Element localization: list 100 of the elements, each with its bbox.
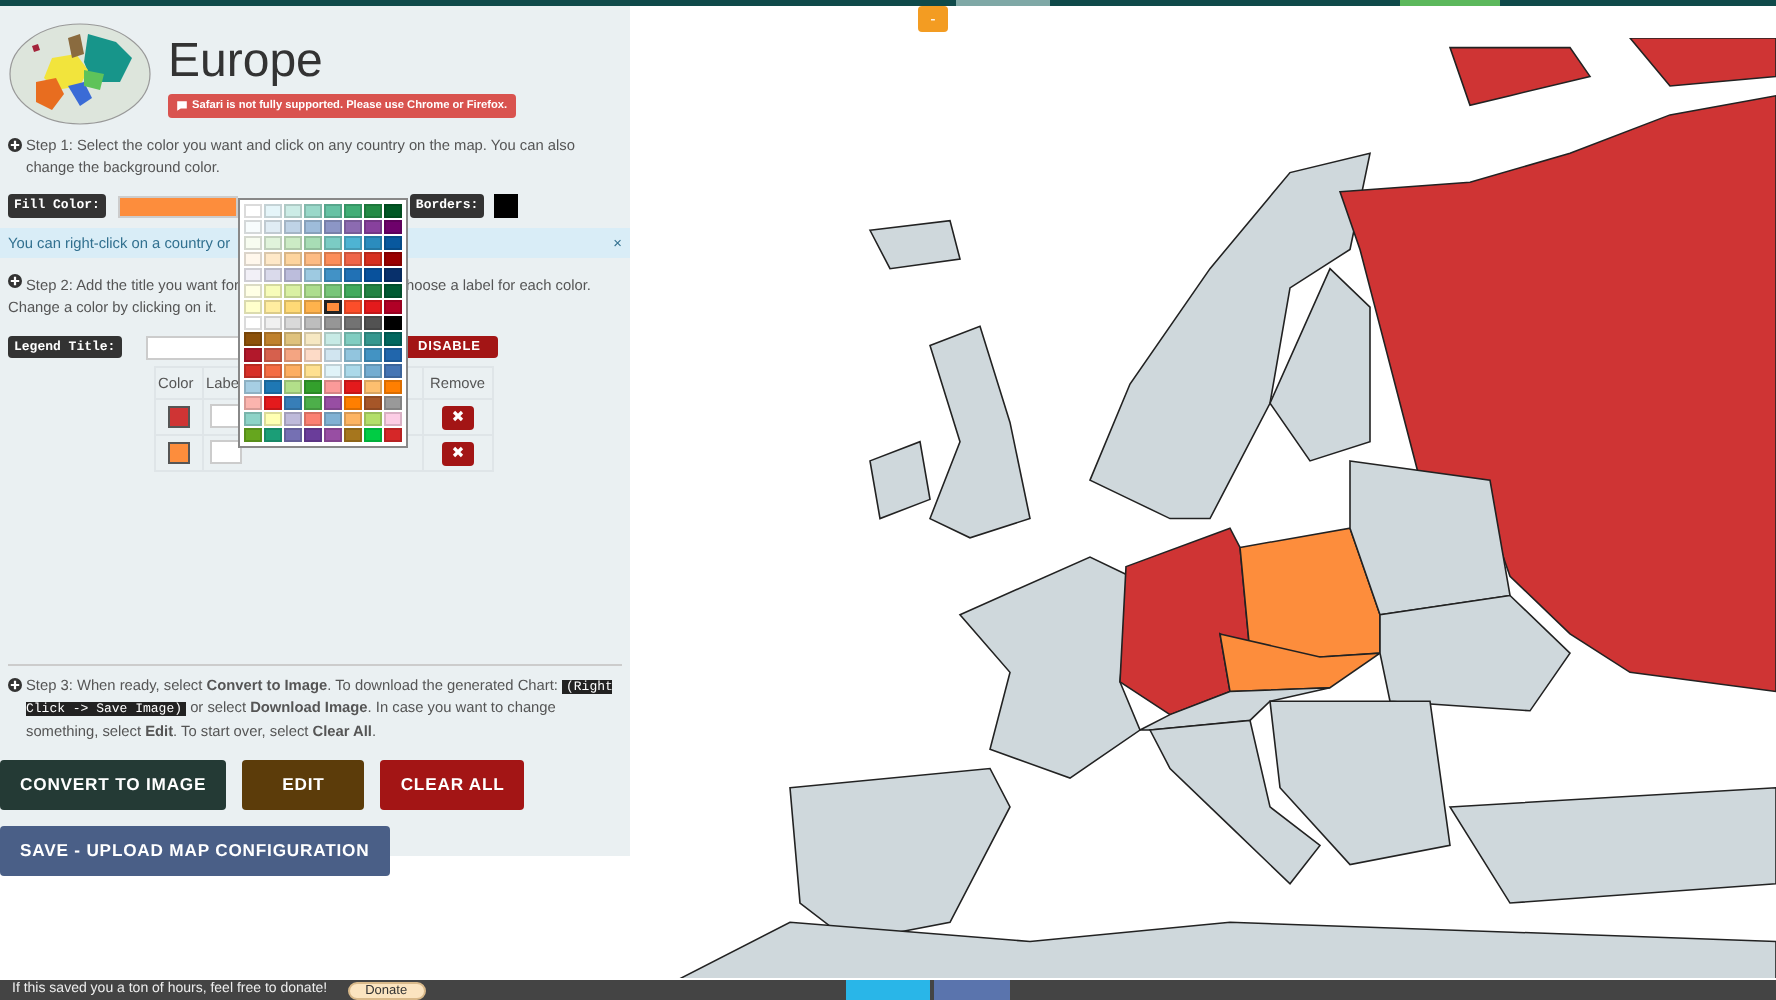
palette-swatch[interactable]: [344, 236, 362, 250]
palette-swatch[interactable]: [304, 204, 322, 218]
palette-swatch[interactable]: [304, 220, 322, 234]
palette-swatch[interactable]: [304, 284, 322, 298]
palette-swatch[interactable]: [344, 268, 362, 282]
palette-swatch[interactable]: [264, 348, 282, 362]
palette-swatch[interactable]: [324, 268, 342, 282]
palette-swatch[interactable]: [324, 236, 342, 250]
palette-swatch[interactable]: [304, 396, 322, 410]
palette-swatch[interactable]: [284, 332, 302, 346]
palette-swatch[interactable]: [324, 428, 342, 442]
palette-swatch[interactable]: [284, 204, 302, 218]
palette-swatch[interactable]: [384, 348, 402, 362]
remove-button[interactable]: [441, 405, 474, 430]
legend-title-field[interactable]: [145, 335, 242, 360]
palette-swatch[interactable]: [284, 348, 302, 362]
palette-swatch[interactable]: [284, 236, 302, 250]
palette-swatch[interactable]: [264, 380, 282, 394]
palette-swatch[interactable]: [244, 268, 262, 282]
palette-swatch[interactable]: [384, 268, 402, 282]
palette-swatch[interactable]: [324, 332, 342, 346]
palette-swatch[interactable]: [344, 428, 362, 442]
palette-swatch[interactable]: [284, 380, 302, 394]
palette-swatch[interactable]: [284, 252, 302, 266]
palette-swatch[interactable]: [304, 236, 322, 250]
palette-swatch[interactable]: [384, 364, 402, 378]
palette-swatch[interactable]: [304, 380, 322, 394]
palette-swatch[interactable]: [344, 204, 362, 218]
share-button[interactable]: [845, 980, 930, 1000]
palette-swatch[interactable]: [264, 412, 282, 426]
palette-swatch[interactable]: [304, 252, 322, 266]
palette-swatch[interactable]: [304, 300, 322, 314]
palette-swatch[interactable]: [284, 412, 302, 426]
palette-swatch[interactable]: [264, 204, 282, 218]
palette-swatch[interactable]: [244, 300, 262, 314]
palette-swatch[interactable]: [344, 364, 362, 378]
palette-swatch[interactable]: [324, 204, 342, 218]
palette-swatch[interactable]: [364, 252, 382, 266]
palette-swatch[interactable]: [384, 332, 402, 346]
palette-swatch[interactable]: [264, 220, 282, 234]
palette-swatch[interactable]: [284, 428, 302, 442]
palette-swatch[interactable]: [304, 348, 322, 362]
palette-swatch[interactable]: [344, 252, 362, 266]
palette-swatch[interactable]: [384, 204, 402, 218]
palette-swatch[interactable]: [244, 396, 262, 410]
palette-swatch[interactable]: [344, 316, 362, 330]
palette-swatch[interactable]: [244, 380, 262, 394]
palette-swatch[interactable]: [344, 396, 362, 410]
palette-swatch[interactable]: [264, 300, 282, 314]
palette-swatch[interactable]: [384, 396, 402, 410]
palette-swatch[interactable]: [344, 348, 362, 362]
palette-swatch[interactable]: [264, 332, 282, 346]
palette-swatch[interactable]: [264, 284, 282, 298]
palette-swatch[interactable]: [264, 364, 282, 378]
palette-swatch[interactable]: [284, 316, 302, 330]
palette-swatch[interactable]: [384, 380, 402, 394]
palette-swatch[interactable]: [324, 220, 342, 234]
palette-swatch[interactable]: [364, 364, 382, 378]
palette-swatch[interactable]: [344, 412, 362, 426]
palette-swatch[interactable]: [244, 284, 262, 298]
palette-swatch[interactable]: [384, 220, 402, 234]
palette-swatch[interactable]: [324, 412, 342, 426]
palette-swatch[interactable]: [244, 316, 262, 330]
palette-swatch[interactable]: [344, 220, 362, 234]
save-button[interactable]: SAVE - UPLOAD MAP CONFIGURATION: [0, 826, 390, 877]
palette-swatch[interactable]: [324, 348, 342, 362]
palette-swatch[interactable]: [304, 316, 322, 330]
palette-swatch[interactable]: [244, 348, 262, 362]
palette-swatch[interactable]: [344, 380, 362, 394]
border-color-swatch[interactable]: [494, 194, 519, 219]
palette-swatch[interactable]: [244, 364, 262, 378]
palette-swatch[interactable]: [364, 236, 382, 250]
palette-swatch[interactable]: [364, 396, 382, 410]
edit-button[interactable]: EDIT: [242, 760, 365, 811]
palette-swatch[interactable]: [364, 268, 382, 282]
palette-swatch[interactable]: [304, 268, 322, 282]
palette-swatch[interactable]: [264, 428, 282, 442]
palette-swatch[interactable]: [384, 428, 402, 442]
share-button[interactable]: [933, 980, 1010, 1000]
palette-swatch[interactable]: [304, 332, 322, 346]
palette-swatch[interactable]: [244, 428, 262, 442]
fill-color-swatch[interactable]: [117, 195, 238, 218]
palette-swatch[interactable]: [304, 428, 322, 442]
palette-swatch[interactable]: [284, 268, 302, 282]
palette-swatch[interactable]: [284, 300, 302, 314]
palette-swatch[interactable]: [244, 204, 262, 218]
palette-swatch[interactable]: [364, 316, 382, 330]
palette-swatch[interactable]: [364, 380, 382, 394]
palette-swatch[interactable]: [384, 284, 402, 298]
palette-swatch[interactable]: [244, 332, 262, 346]
palette-swatch[interactable]: [284, 220, 302, 234]
convert-button[interactable]: CONVERT TO IMAGE: [0, 760, 227, 811]
palette-swatch[interactable]: [384, 412, 402, 426]
legend-color-swatch[interactable]: [168, 405, 190, 428]
palette-swatch[interactable]: [244, 412, 262, 426]
palette-swatch[interactable]: [324, 396, 342, 410]
palette-swatch[interactable]: [364, 428, 382, 442]
palette-swatch[interactable]: [384, 300, 402, 314]
palette-swatch[interactable]: [364, 204, 382, 218]
palette-swatch[interactable]: [264, 236, 282, 250]
